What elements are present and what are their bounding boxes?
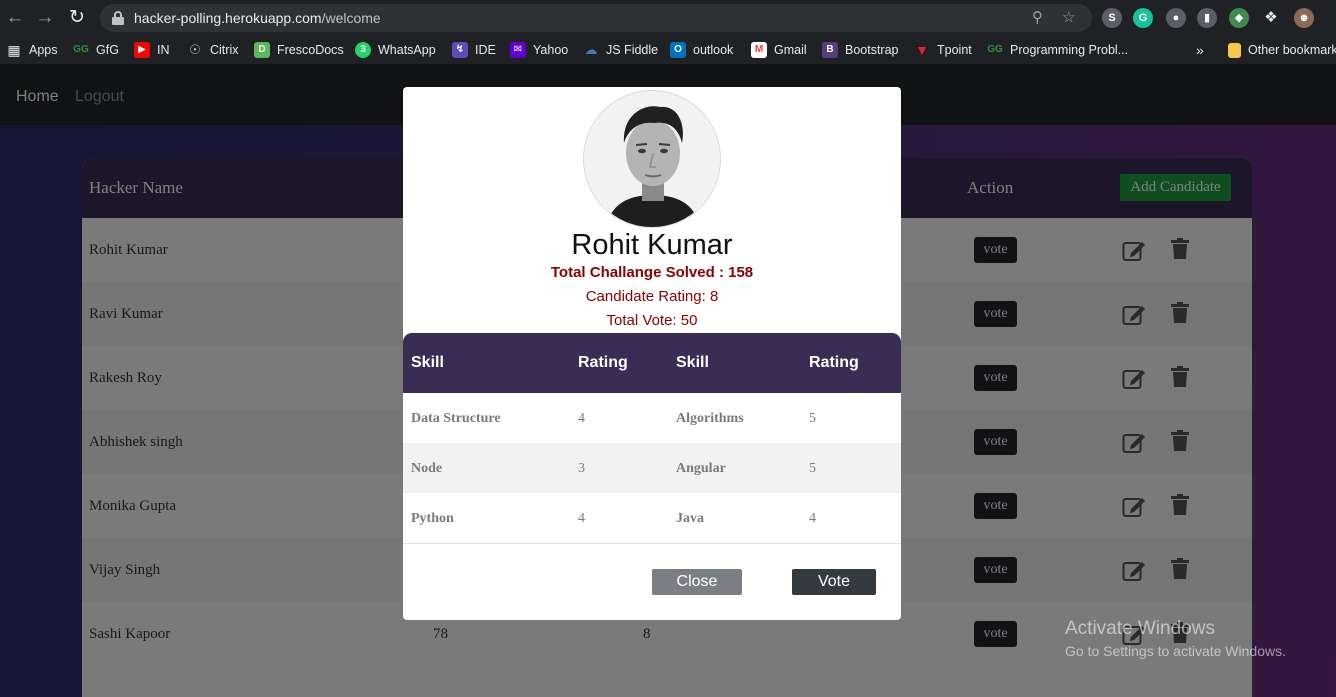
- bookmark-apps[interactable]: ▦ Apps: [6, 40, 58, 60]
- reload-icon[interactable]: ↻: [66, 7, 88, 29]
- bookmark-yahoo[interactable]: ✉ Yahoo: [510, 40, 568, 60]
- bookmark-label: Other bookmarks: [1248, 43, 1336, 57]
- skill-rating: 4: [809, 511, 816, 526]
- bookmark-whatsapp[interactable]: 3 WhatsApp: [355, 40, 436, 60]
- url-host: hacker-polling.herokuapp.com: [134, 10, 322, 26]
- watermark-subtitle: Go to Settings to activate Windows.: [1065, 643, 1286, 659]
- skill-row: Node 3 Angular 5: [403, 443, 901, 493]
- skill-name: Angular: [676, 461, 726, 476]
- key-icon[interactable]: ⚲: [1032, 8, 1043, 26]
- candidate-rating: Candidate Rating: 8: [585, 288, 719, 305]
- skill-name: Java: [676, 511, 704, 526]
- skill-header-1: Skill: [411, 354, 444, 371]
- url-path: /welcome: [321, 10, 381, 26]
- bookmark-label: WhatsApp: [378, 43, 436, 57]
- profile-avatar-icon[interactable]: ☻: [1294, 8, 1314, 28]
- outlook-icon: O: [670, 42, 686, 58]
- url-text[interactable]: hacker-polling.herokuapp.com/welcome: [134, 10, 381, 26]
- tpoint-icon: ▼: [915, 42, 929, 58]
- skill-header-2: Skill: [676, 354, 709, 371]
- bookmark-label: FrescoDocs: [277, 43, 344, 57]
- bookmark-gfg[interactable]: GG GfG: [73, 40, 119, 60]
- bookmarks-bar: ▦ Apps GG GfG ▶ IN ☉ Citrix D FrescoDocs…: [0, 36, 1336, 64]
- bookmark-label: Gmail: [774, 43, 807, 57]
- citrix-icon: ☉: [189, 42, 201, 57]
- bookmark-jsfiddle[interactable]: ☁ JS Fiddle: [583, 40, 659, 60]
- bookmark-label: Citrix: [210, 43, 239, 57]
- puzzle-extensions-icon[interactable]: ❖: [1261, 8, 1281, 28]
- frescodocs-icon: D: [254, 42, 270, 58]
- gfg-icon: GG: [987, 44, 1003, 55]
- bookmark-label: Bootstrap: [845, 43, 899, 57]
- record-extension-icon[interactable]: ●: [1166, 8, 1186, 28]
- skill-name: Algorithms: [676, 411, 744, 426]
- bookmark-label: IDE: [475, 43, 496, 57]
- apps-grid-icon: ▦: [7, 42, 21, 58]
- modal-footer-divider: [403, 543, 901, 544]
- skills-table-header: Skill Rating Skill Rating: [403, 333, 901, 393]
- total-votes: Total Vote: 50: [606, 312, 698, 329]
- bootstrap-icon: B: [822, 42, 838, 58]
- skill-rating: 5: [809, 461, 816, 476]
- bookmark-label: outlook: [693, 43, 734, 57]
- challenges-solved: Total Challange Solved : 158: [550, 264, 754, 281]
- bookmark-ide[interactable]: ↯ IDE: [452, 40, 496, 60]
- bookmark-programming-problems[interactable]: GG Programming Probl...: [987, 40, 1128, 60]
- star-icon[interactable]: ☆: [1062, 8, 1075, 26]
- bookmark-label: GfG: [96, 43, 119, 57]
- bookmark-label: Apps: [29, 43, 58, 57]
- whatsapp-icon: 3: [355, 42, 371, 58]
- colorful-extension-icon[interactable]: ◆: [1229, 8, 1249, 28]
- skill-rating: 4: [578, 411, 585, 426]
- youtube-icon: ▶: [134, 42, 150, 58]
- ide-icon: ↯: [452, 42, 468, 58]
- bookmark-label: Yahoo: [533, 43, 569, 57]
- bookmark-in[interactable]: ▶ IN: [134, 40, 170, 60]
- rating-header-1: Rating: [578, 354, 628, 371]
- forward-arrow-icon[interactable]: →: [34, 7, 56, 29]
- browser-toolbar: ← → ↻ hacker-polling.herokuapp.com/welco…: [0, 0, 1336, 36]
- gfg-icon: GG: [73, 44, 89, 55]
- gmail-icon: M: [751, 42, 767, 58]
- windows-activation-watermark: Activate Windows Go to Settings to activ…: [1065, 618, 1286, 659]
- skill-name: Node: [411, 461, 443, 476]
- address-bar[interactable]: hacker-polling.herokuapp.com/welcome ⚲ ☆: [100, 4, 1092, 32]
- skill-rating: 3: [578, 461, 585, 476]
- candidate-name: Rohit Kumar: [571, 229, 733, 261]
- skype-extension-icon[interactable]: S: [1102, 8, 1122, 28]
- close-button[interactable]: Close: [652, 569, 742, 595]
- bookmark-label: Tpoint: [937, 43, 972, 57]
- vote-button[interactable]: Vote: [792, 569, 876, 595]
- person-portrait-icon: [584, 91, 720, 227]
- back-arrow-icon[interactable]: ←: [4, 7, 26, 29]
- bookmark-citrix[interactable]: ☉ Citrix: [187, 40, 238, 60]
- bookmark-gmail[interactable]: M Gmail: [751, 40, 807, 60]
- bookmark-outlook[interactable]: O outlook: [670, 40, 733, 60]
- rating-header-2: Rating: [809, 354, 859, 371]
- bookmark-tpoint[interactable]: ▼ Tpoint: [914, 40, 972, 60]
- phone-extension-icon[interactable]: ▮: [1197, 8, 1217, 28]
- bookmark-bootstrap[interactable]: B Bootstrap: [822, 40, 899, 60]
- bookmark-label: IN: [157, 43, 170, 57]
- candidate-detail-modal: Rohit Kumar Total Challange Solved : 158…: [403, 87, 901, 620]
- lock-icon: [112, 11, 124, 25]
- skill-rating: 5: [809, 411, 816, 426]
- jsfiddle-icon: ☁: [584, 42, 598, 57]
- folder-icon: [1228, 42, 1241, 58]
- skill-rating: 4: [578, 511, 585, 526]
- yahoo-icon: ✉: [510, 42, 526, 58]
- bookmark-other[interactable]: Other bookmarks: [1228, 40, 1336, 60]
- candidate-avatar: [583, 90, 721, 228]
- watermark-title: Activate Windows: [1065, 618, 1215, 639]
- grammarly-extension-icon[interactable]: G: [1133, 8, 1153, 28]
- bookmarks-overflow-chevron-icon[interactable]: »: [1196, 40, 1204, 60]
- bookmark-label: JS Fiddle: [606, 43, 659, 57]
- bookmark-frescodocs[interactable]: D FrescoDocs: [254, 40, 344, 60]
- skill-name: Data Structure: [411, 411, 501, 426]
- skill-name: Python: [411, 511, 454, 526]
- skill-row: Python 4 Java 4: [403, 493, 901, 543]
- bookmark-label: Programming Probl...: [1010, 43, 1129, 57]
- skill-row: Data Structure 4 Algorithms 5: [403, 393, 901, 443]
